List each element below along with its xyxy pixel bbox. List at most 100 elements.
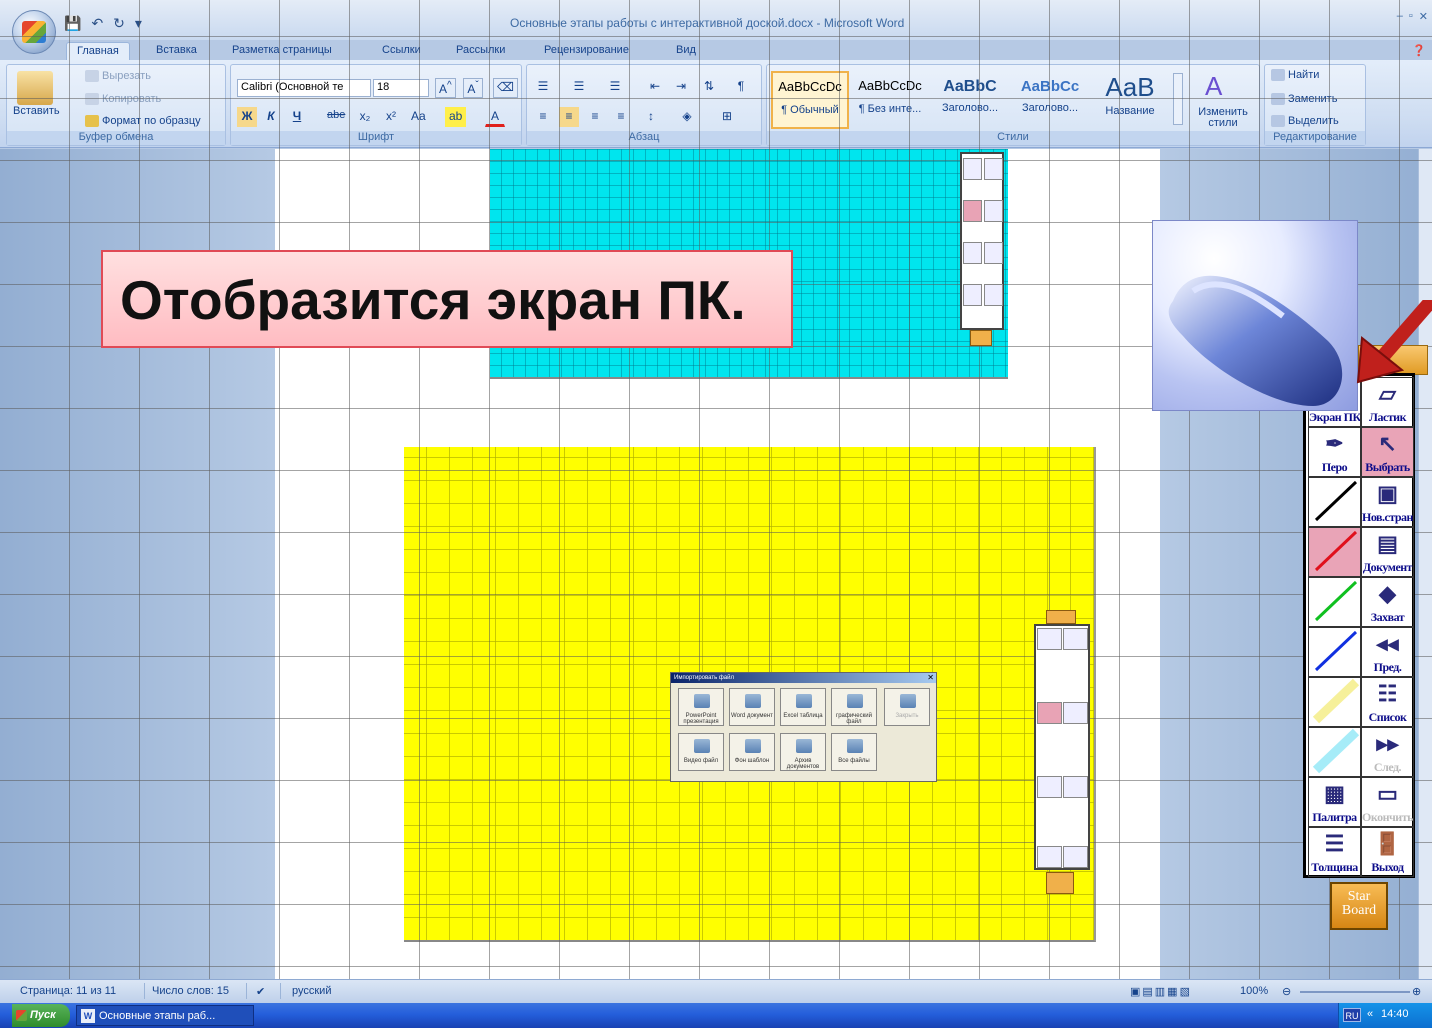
restore-button[interactable]: ▫ [1409,10,1413,23]
select-button[interactable]: Выделить [1271,115,1339,128]
borders-icon[interactable]: ⊞ [717,107,737,127]
justify-icon[interactable]: ≡ [611,107,631,127]
shading-icon[interactable]: ◈ [677,107,697,127]
clear-format-button[interactable]: ⌫ [493,78,518,98]
import-archive-button[interactable]: Архив документов [780,733,826,771]
increase-indent-icon[interactable]: ⇥ [671,77,691,97]
starboard-capture-button[interactable]: ◆ Захват [1361,577,1414,627]
starboard-thickness-button[interactable]: ☰ Толщина [1308,827,1361,877]
zoom-level[interactable]: 100% [1240,985,1268,997]
spellcheck-icon[interactable]: ✔ [256,985,265,998]
import-all-files-button[interactable]: Все файлы [831,733,877,771]
styles-scroll[interactable] [1173,73,1183,125]
style-title[interactable]: AaB Название [1091,71,1169,129]
font-name-combo[interactable]: Calibri (Основной те [237,79,371,97]
word-count[interactable]: Число слов: 15 [152,985,229,997]
bold-button[interactable]: Ж [237,107,257,127]
replace-button[interactable]: Заменить [1271,93,1337,106]
tab-insert[interactable]: Вставка [146,42,207,62]
multilevel-list-icon[interactable]: ☰ [605,77,625,97]
task-word-document[interactable]: Основные этапы раб... [76,1005,254,1026]
tab-home[interactable]: Главная [66,42,130,62]
change-case-button[interactable]: Aa [407,107,430,127]
style-normal[interactable]: AaBbCcDc ¶ Обычный [771,71,849,129]
starboard-new-page-button[interactable]: ▣ Нов.стран. [1361,477,1414,527]
starboard-next-button[interactable]: ▸▸ След. [1361,727,1414,777]
import-close-button[interactable]: Закрыть [884,688,930,726]
show-marks-icon[interactable]: ¶ [731,77,751,97]
customize-qat-icon[interactable]: ▾ [135,15,142,32]
tray-expand-icon[interactable]: « [1367,1008,1373,1020]
align-left-icon[interactable]: ≡ [533,107,553,127]
shrink-font-button[interactable]: Aˇ [463,78,483,98]
numbering-icon[interactable]: ☰ [569,77,589,97]
starboard-blue-line-button[interactable] [1308,627,1361,677]
starboard-select-button[interactable]: ↖ Выбрать [1361,427,1414,477]
close-button[interactable]: ✕ [1419,10,1428,23]
undo-icon[interactable]: ↶ [91,15,103,32]
import-image-button[interactable]: графический файл [831,688,877,726]
tab-review[interactable]: Рецензирование [534,42,639,62]
import-excel-button[interactable]: Excel таблица [780,688,826,726]
tab-page-layout[interactable]: Разметка страницы [222,42,342,62]
italic-button[interactable]: К [261,107,281,127]
line-spacing-icon[interactable]: ↕ [641,107,661,127]
help-icon[interactable]: ❓ [1408,42,1430,62]
language-indicator[interactable]: русский [292,985,331,997]
tab-references[interactable]: Ссылки [372,42,431,62]
grow-font-button[interactable]: A^ [435,78,456,98]
starboard-palette-button[interactable]: ▦ Палитра [1308,777,1361,827]
style-heading-2[interactable]: AaBbCc Заголово... [1011,71,1089,129]
import-video-button[interactable]: Видео файл [678,733,724,771]
page-count[interactable]: Страница: 11 из 11 [20,985,116,997]
starboard-green-line-button[interactable] [1308,577,1361,627]
font-size-combo[interactable]: 18 [373,79,429,97]
highlight-icon[interactable]: ab [445,107,467,127]
tab-mailings[interactable]: Рассылки [446,42,515,62]
bullets-icon[interactable]: ☰ [533,77,553,97]
zoom-out-icon[interactable]: ⊖ [1282,985,1291,998]
starboard-cyan-line-button[interactable] [1308,727,1361,777]
view-buttons[interactable]: ▣▤▥▦▧ [1130,985,1192,998]
start-button[interactable]: Пуск [12,1004,70,1027]
redo-icon[interactable]: ↻ [113,15,125,32]
format-painter-button[interactable]: Формат по образцу [85,115,201,128]
starboard-black-line-button[interactable] [1308,477,1361,527]
change-styles-icon[interactable]: A [1205,71,1222,102]
starboard-red-line-button[interactable] [1308,527,1361,577]
import-word-button[interactable]: Word документ [729,688,775,726]
superscript-button[interactable]: x² [381,107,401,127]
import-template-button[interactable]: Фон шаблон [729,733,775,771]
copy-button[interactable]: Копировать [85,93,161,106]
zoom-in-icon[interactable]: ⊕ [1412,985,1421,998]
starboard-finish-button[interactable]: ▭ Окончить [1361,777,1414,827]
starboard-document-button[interactable]: ▤ Документ [1361,527,1414,577]
close-icon[interactable]: ✕ [927,673,934,682]
underline-button[interactable]: Ч [287,107,307,127]
starboard-pen-button[interactable]: ✒ Перо [1308,427,1361,477]
paste-icon[interactable] [17,71,53,105]
paste-button[interactable]: Вставить [13,105,60,117]
import-powerpoint-button[interactable]: PowerPoint презентация [678,688,724,726]
starboard-prev-button[interactable]: ◂◂ Пред. [1361,627,1414,677]
style-no-spacing[interactable]: AaBbCcDc ¶ Без инте... [851,71,929,129]
vertical-scrollbar[interactable] [1418,149,1432,979]
subscript-button[interactable]: x₂ [355,107,375,127]
tab-view[interactable]: Вид [666,42,706,62]
save-icon[interactable]: 💾 [64,15,81,32]
office-button[interactable] [12,10,56,54]
align-center-icon[interactable]: ≡ [559,107,579,127]
change-styles-button[interactable]: Изменить стили [1191,107,1255,129]
align-right-icon[interactable]: ≡ [585,107,605,127]
minimize-button[interactable]: – [1397,10,1403,23]
cut-button[interactable]: Вырезать [85,70,151,83]
starboard-yellow-line-button[interactable] [1308,677,1361,727]
starboard-exit-button[interactable]: 🚪 Выход [1361,827,1414,877]
zoom-slider[interactable] [1300,991,1410,993]
find-button[interactable]: Найти [1271,69,1319,82]
style-heading-1[interactable]: AaBbC Заголово... [931,71,1009,129]
language-icon[interactable]: RU [1343,1008,1361,1022]
starboard-logo[interactable]: Star Board [1330,882,1388,930]
strikethrough-button[interactable]: abe [323,107,349,127]
font-color-icon[interactable]: A [485,107,505,127]
